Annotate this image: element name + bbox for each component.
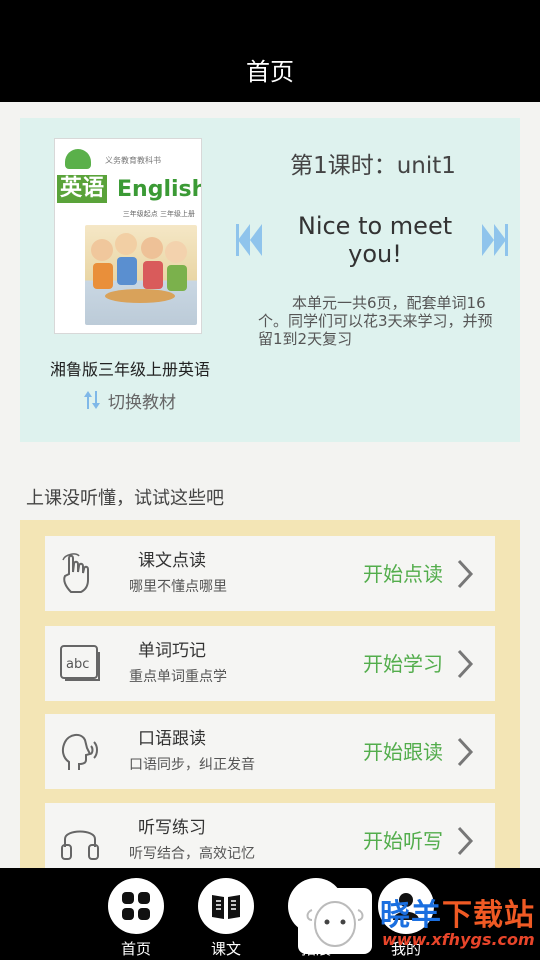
practice-item-subtitle: 听写结合，高效记忆 bbox=[129, 846, 255, 862]
cover-grade-line: 三年级起点 三年级上册 bbox=[122, 210, 195, 218]
book-name: 湘鲁版三年级上册英语 bbox=[49, 360, 210, 379]
abc-card-icon: abc bbox=[60, 645, 100, 681]
tab-label: 课文 bbox=[210, 940, 241, 958]
start-repeat-link[interactable]: 开始跟读 bbox=[363, 736, 443, 765]
publisher-logo bbox=[65, 149, 91, 169]
hand-touch-icon bbox=[62, 553, 89, 593]
unit-description: 本单元一共6页，配套单词16个。同学们可以花3天来学习，并预留1到2天复习 bbox=[258, 294, 493, 348]
speaking-head-icon bbox=[61, 734, 98, 770]
cover-illustration bbox=[85, 225, 197, 325]
section-title: 上课没听懂，试试这些吧 bbox=[26, 488, 224, 509]
double-right-arrow-icon[interactable] bbox=[480, 222, 508, 258]
cover-title-en: English bbox=[117, 177, 202, 202]
practice-item-title: 听写练习 bbox=[138, 818, 206, 838]
practice-item-read-along[interactable]: 课文点读 哪里不懂点哪里 开始点读 bbox=[45, 536, 495, 611]
chevron-right-icon bbox=[457, 559, 474, 589]
practice-item-title: 单词巧记 bbox=[138, 641, 206, 661]
practice-list: 课文点读 哪里不懂点哪里 开始点读 abc 单词巧记 重点单词重点学 开始学习 … bbox=[20, 520, 520, 880]
lesson-card[interactable]: 义务教育教科书 英语 English 三年级起点 三年级上册 湘鲁版三年级上册英… bbox=[20, 118, 520, 442]
watermark-url: www.xfhygs.com bbox=[382, 930, 535, 949]
switch-textbook-label: 切换教材 bbox=[108, 392, 176, 413]
start-learning-link[interactable]: 开始学习 bbox=[363, 648, 443, 677]
chevron-right-icon bbox=[457, 826, 474, 856]
tab-home[interactable]: 首页 bbox=[106, 878, 166, 958]
cover-title-cn: 英语 bbox=[57, 175, 108, 203]
practice-item-words[interactable]: abc 单词巧记 重点单词重点学 开始学习 bbox=[45, 626, 495, 701]
page-title: 首页 bbox=[246, 58, 294, 86]
svg-text:abc: abc bbox=[66, 657, 89, 672]
chevron-right-icon bbox=[457, 649, 474, 679]
app-header: 首页 bbox=[0, 0, 540, 102]
textbook-cover-image[interactable]: 义务教育教科书 英语 English 三年级起点 三年级上册 bbox=[54, 138, 202, 334]
tab-lessons[interactable]: 课文 bbox=[196, 878, 256, 958]
headphones-icon bbox=[61, 830, 99, 860]
practice-item-dictation[interactable]: 听写练习 听写结合，高效记忆 开始听写 bbox=[45, 803, 495, 878]
grid-icon bbox=[108, 878, 164, 934]
chevron-right-icon bbox=[457, 737, 474, 767]
practice-item-subtitle: 哪里不懂点哪里 bbox=[129, 579, 227, 595]
lesson-period-title: 第1课时：unit1 bbox=[290, 153, 456, 179]
book-icon bbox=[198, 878, 254, 934]
practice-item-subtitle: 重点单词重点学 bbox=[129, 669, 227, 685]
site-watermark: 晓羊下载站 www.xfhygs.com bbox=[298, 886, 540, 956]
practice-item-speaking[interactable]: 口语跟读 口语同步，纠正发音 开始跟读 bbox=[45, 714, 495, 789]
switch-textbook-button[interactable]: 切换教材 bbox=[82, 388, 176, 413]
double-left-arrow-icon[interactable] bbox=[236, 222, 264, 258]
cover-publisher-line: 义务教育教科书 bbox=[105, 156, 161, 165]
practice-item-title: 口语跟读 bbox=[138, 729, 206, 749]
switch-arrows-icon bbox=[84, 391, 100, 409]
unit-name: Nice to meet you! bbox=[297, 212, 453, 268]
practice-item-title: 课文点读 bbox=[138, 551, 206, 571]
practice-item-subtitle: 口语同步，纠正发音 bbox=[129, 757, 255, 773]
start-dictation-link[interactable]: 开始听写 bbox=[363, 825, 443, 854]
start-read-along-link[interactable]: 开始点读 bbox=[363, 558, 443, 587]
watermark-text: 晓羊下载站 bbox=[380, 898, 535, 933]
sheep-logo-icon bbox=[298, 888, 372, 954]
tab-label: 首页 bbox=[120, 940, 151, 958]
